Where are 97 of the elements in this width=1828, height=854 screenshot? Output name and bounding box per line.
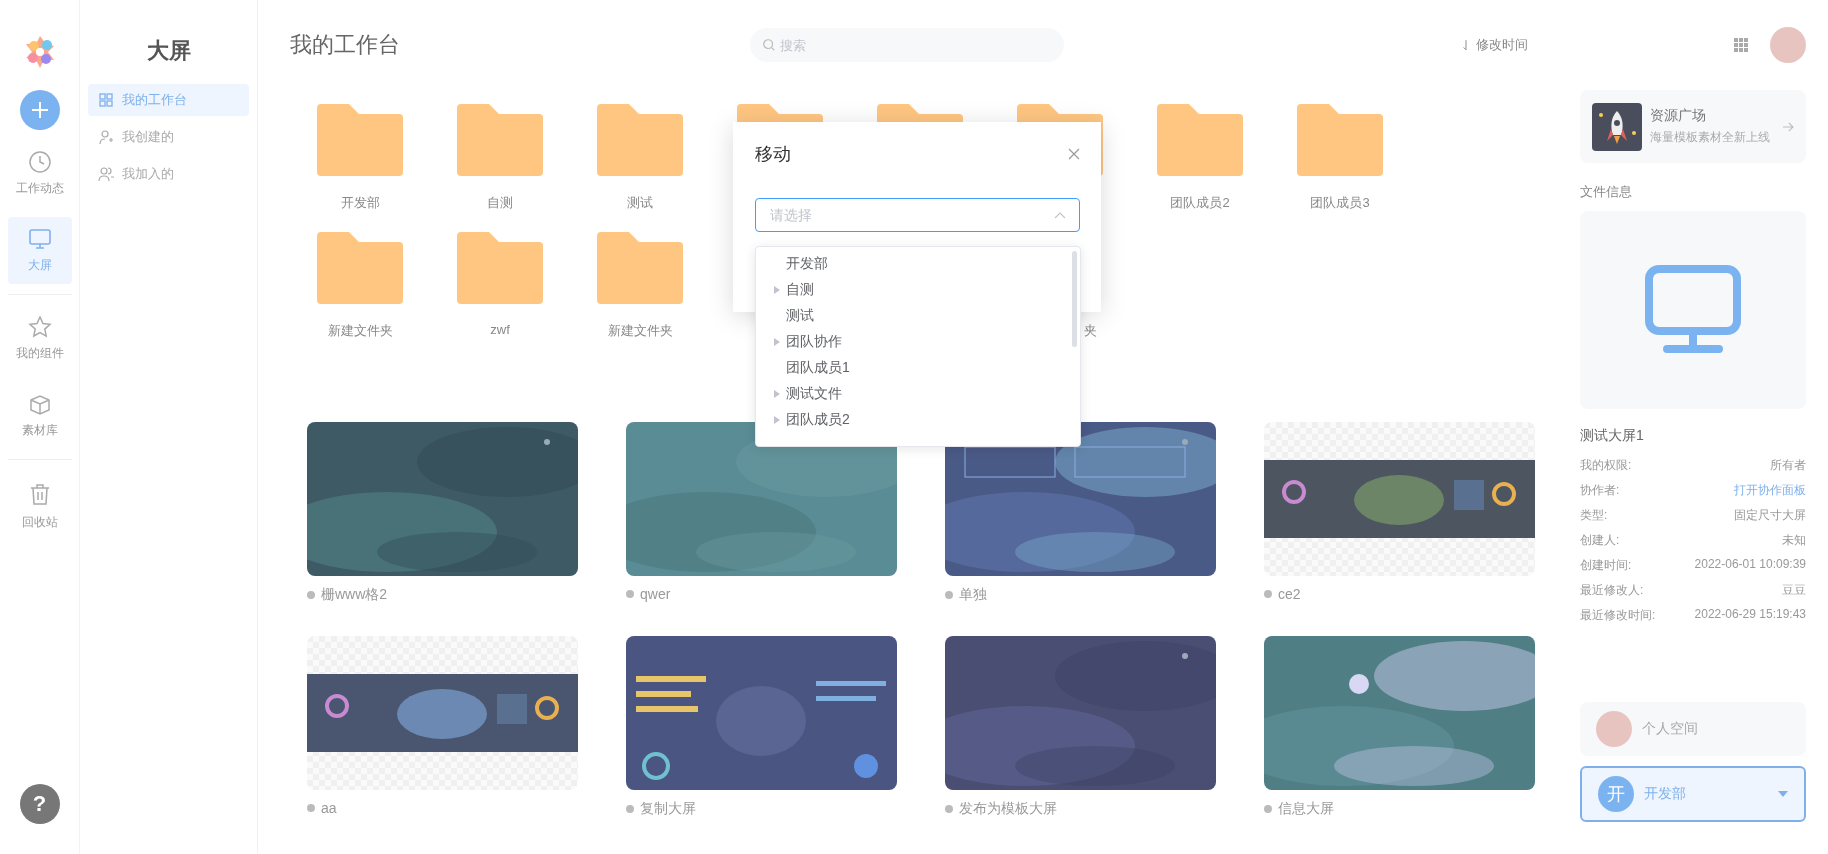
file-name: 测试大屏1 bbox=[1580, 427, 1645, 445]
tree-option[interactable]: 自测 bbox=[756, 277, 1080, 303]
users-icon bbox=[98, 166, 114, 182]
arrow-right-icon bbox=[1782, 121, 1794, 132]
clock-icon bbox=[27, 150, 52, 174]
tree-option[interactable]: 团队成员2 bbox=[756, 407, 1080, 433]
status-dot bbox=[307, 804, 315, 812]
status-dot bbox=[307, 591, 315, 599]
property-value: 豆豆 bbox=[1782, 582, 1806, 599]
user-plus-icon bbox=[98, 129, 114, 145]
property-label: 最近修改人: bbox=[1580, 582, 1644, 599]
folder-icon[interactable] bbox=[317, 232, 403, 304]
sidebar-item[interactable]: 我的工作台 bbox=[88, 84, 249, 116]
apps-icon[interactable] bbox=[1734, 38, 1748, 52]
sort-label: 修改时间 bbox=[1476, 36, 1528, 54]
screen-name: 复制大屏 bbox=[640, 800, 696, 818]
folder-name: 新建文件夹 bbox=[607, 322, 673, 340]
nav-item[interactable]: 回收站 bbox=[7, 470, 72, 541]
status-dot bbox=[945, 805, 953, 813]
team-avatar: 开 bbox=[1598, 776, 1634, 812]
section-title: 大屏 bbox=[145, 37, 192, 65]
nav-item[interactable]: 工作动态 bbox=[7, 140, 72, 207]
tree-option[interactable]: 开发部 bbox=[756, 251, 1080, 277]
star-icon bbox=[27, 315, 52, 339]
screen-name: ce2 bbox=[1278, 586, 1301, 602]
sort-button[interactable]: 修改时间 bbox=[1462, 36, 1528, 54]
property-label: 类型: bbox=[1580, 507, 1608, 524]
folder-name: 新建文件夹 bbox=[327, 322, 393, 340]
personal-space-button[interactable]: 个人空间 bbox=[1580, 702, 1806, 756]
property-value: 未知 bbox=[1782, 532, 1806, 549]
tree-option[interactable]: 团队协作 bbox=[756, 329, 1080, 355]
folder-icon[interactable] bbox=[597, 104, 683, 176]
status-dot bbox=[1264, 805, 1272, 813]
avatar[interactable] bbox=[1770, 27, 1806, 63]
folder-icon[interactable] bbox=[317, 104, 403, 176]
property-label: 最近修改时间: bbox=[1580, 607, 1656, 624]
dialog-title: 移动 bbox=[755, 143, 791, 166]
folder-icon[interactable] bbox=[1157, 104, 1243, 176]
resource-card[interactable]: 资源广场 海量模板素材全新上线 bbox=[1580, 90, 1806, 163]
sidebar-item[interactable]: 我创建的 bbox=[88, 121, 249, 153]
tree-option[interactable]: 测试 bbox=[756, 303, 1080, 329]
help-button[interactable]: ? bbox=[19, 784, 60, 824]
screen-name: 发布为模板大屏 bbox=[959, 800, 1057, 818]
nav-item[interactable]: 我的组件 bbox=[7, 305, 72, 372]
screen-name: aa bbox=[321, 800, 337, 816]
screen-name: qwer bbox=[640, 586, 671, 602]
grid-icon bbox=[98, 92, 114, 108]
property-value: 所有者 bbox=[1770, 457, 1806, 474]
caret-icon bbox=[1778, 791, 1788, 797]
avatar bbox=[1596, 711, 1632, 747]
status-dot bbox=[626, 805, 634, 813]
property-value: 2022-06-01 10:09:39 bbox=[1694, 557, 1806, 573]
team-select[interactable]: 开 开发部 bbox=[1580, 766, 1806, 822]
property-label: 创建时间: bbox=[1580, 557, 1632, 574]
screen-name: 栅www格2 bbox=[321, 586, 388, 604]
folder-name: 团队成员2 bbox=[1170, 194, 1230, 212]
nav-item[interactable]: 大屏 bbox=[7, 217, 72, 284]
folder-name: 团队成员3 bbox=[1310, 194, 1370, 212]
nav-item[interactable]: 素材库 bbox=[7, 382, 72, 449]
property-value: 2022-06-29 15:19:43 bbox=[1694, 607, 1806, 623]
screen-name: 信息大屏 bbox=[1278, 800, 1334, 818]
folder-name: 夹 bbox=[1084, 322, 1097, 340]
monitor-icon bbox=[27, 227, 52, 251]
section-label: 文件信息 bbox=[1580, 183, 1633, 201]
plus-icon bbox=[29, 100, 50, 120]
resource-title: 资源广场 bbox=[1650, 107, 1707, 125]
status-dot bbox=[626, 590, 634, 598]
property-label: 我的权限: bbox=[1580, 457, 1632, 474]
folder-icon[interactable] bbox=[457, 104, 543, 176]
tree-option[interactable]: 团队成员1 bbox=[756, 355, 1080, 381]
folder-icon[interactable] bbox=[1297, 104, 1383, 176]
property-label: 协作者: bbox=[1580, 482, 1620, 499]
monitor-icon bbox=[1645, 265, 1741, 355]
folder-icon[interactable] bbox=[457, 232, 543, 304]
close-icon bbox=[1068, 148, 1080, 160]
property-label: 创建人: bbox=[1580, 532, 1620, 549]
status-dot bbox=[945, 591, 953, 599]
property-value: 固定尺寸大屏 bbox=[1734, 507, 1806, 524]
resource-subtitle: 海量模板素材全新上线 bbox=[1650, 129, 1771, 146]
folder-name: 测试 bbox=[627, 194, 653, 212]
tree-option[interactable]: 测试文件 bbox=[756, 381, 1080, 407]
rocket-icon bbox=[1592, 102, 1642, 151]
close-button[interactable] bbox=[1068, 148, 1080, 160]
folder-icon[interactable] bbox=[597, 232, 683, 304]
screen-name: 单独 bbox=[959, 586, 987, 604]
folder-name: 自测 bbox=[487, 194, 513, 212]
collaborate-link[interactable]: 打开协作面板 bbox=[1734, 482, 1806, 507]
arrow-down-icon bbox=[1462, 39, 1470, 51]
box-icon bbox=[27, 392, 52, 416]
folder-select[interactable]: 请选择 bbox=[755, 198, 1080, 232]
status-dot bbox=[1264, 590, 1272, 598]
sidebar-item[interactable]: 我加入的 bbox=[88, 158, 249, 190]
folder-name: zwf bbox=[490, 322, 510, 337]
add-button[interactable] bbox=[19, 90, 60, 130]
folder-name: 开发部 bbox=[340, 194, 380, 212]
page-title: 我的工作台 bbox=[290, 31, 401, 59]
team-name: 开发部 bbox=[1644, 785, 1687, 803]
